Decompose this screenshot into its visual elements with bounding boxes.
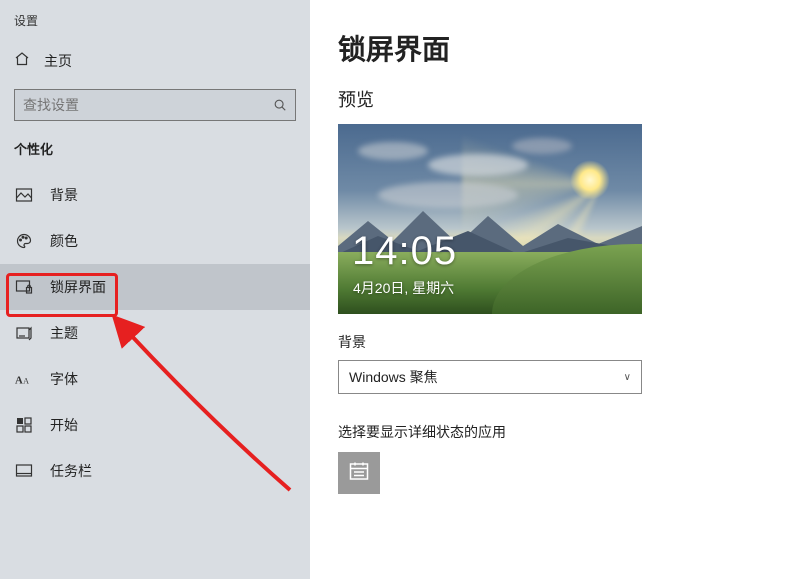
sidebar-home[interactable]: 主页 — [0, 41, 310, 81]
nav-label: 任务栏 — [50, 461, 92, 481]
sidebar-item-fonts[interactable]: A A 字体 — [0, 356, 310, 402]
fonts-icon: A A — [14, 370, 34, 388]
home-icon — [14, 51, 30, 72]
nav-label: 开始 — [50, 415, 78, 435]
sidebar-item-themes[interactable]: 主题 — [0, 310, 310, 356]
search-box[interactable] — [14, 89, 296, 121]
svg-text:A: A — [23, 377, 29, 386]
background-label: 背景 — [338, 332, 789, 352]
sidebar-item-background[interactable]: 背景 — [0, 172, 310, 218]
page-heading: 锁屏界面 — [338, 28, 789, 68]
calendar-icon — [348, 460, 370, 487]
detail-app-tile[interactable] — [338, 452, 380, 494]
background-dropdown[interactable]: Windows 聚焦 ∨ — [338, 360, 642, 394]
search-icon[interactable] — [265, 98, 295, 112]
lockscreen-icon — [14, 278, 34, 296]
preview-time: 14:05 — [352, 229, 457, 274]
taskbar-icon — [14, 462, 34, 480]
nav-label: 背景 — [50, 185, 78, 205]
sidebar-item-colors[interactable]: 颜色 — [0, 218, 310, 264]
window-title: 设置 — [0, 8, 310, 41]
sidebar-item-taskbar[interactable]: 任务栏 — [0, 448, 310, 494]
svg-text:A: A — [15, 375, 23, 387]
palette-icon — [14, 232, 34, 250]
main-panel: 锁屏界面 预览 14:05 4月20日, 星期六 背景 Windows 聚焦 ∨… — [310, 0, 789, 579]
chevron-down-icon: ∨ — [624, 372, 631, 383]
home-label: 主页 — [44, 51, 72, 71]
dropdown-value: Windows 聚焦 — [349, 367, 438, 387]
detail-app-label: 选择要显示详细状态的应用 — [338, 422, 789, 442]
sidebar-item-lockscreen[interactable]: 锁屏界面 — [0, 264, 310, 310]
nav-label: 颜色 — [50, 231, 78, 251]
start-icon — [14, 417, 34, 433]
preview-label: 预览 — [338, 86, 789, 112]
preview-date: 4月20日, 星期六 — [353, 278, 454, 298]
nav-label: 主题 — [50, 323, 78, 343]
lockscreen-preview: 14:05 4月20日, 星期六 — [338, 124, 642, 314]
nav-label: 字体 — [50, 369, 78, 389]
search-input[interactable] — [15, 97, 265, 113]
picture-icon — [14, 186, 34, 204]
sidebar-item-start[interactable]: 开始 — [0, 402, 310, 448]
settings-sidebar: 设置 主页 个性化 背景 — [0, 0, 310, 579]
themes-icon — [14, 324, 34, 342]
nav-label: 锁屏界面 — [50, 277, 106, 297]
section-label: 个性化 — [0, 139, 310, 172]
